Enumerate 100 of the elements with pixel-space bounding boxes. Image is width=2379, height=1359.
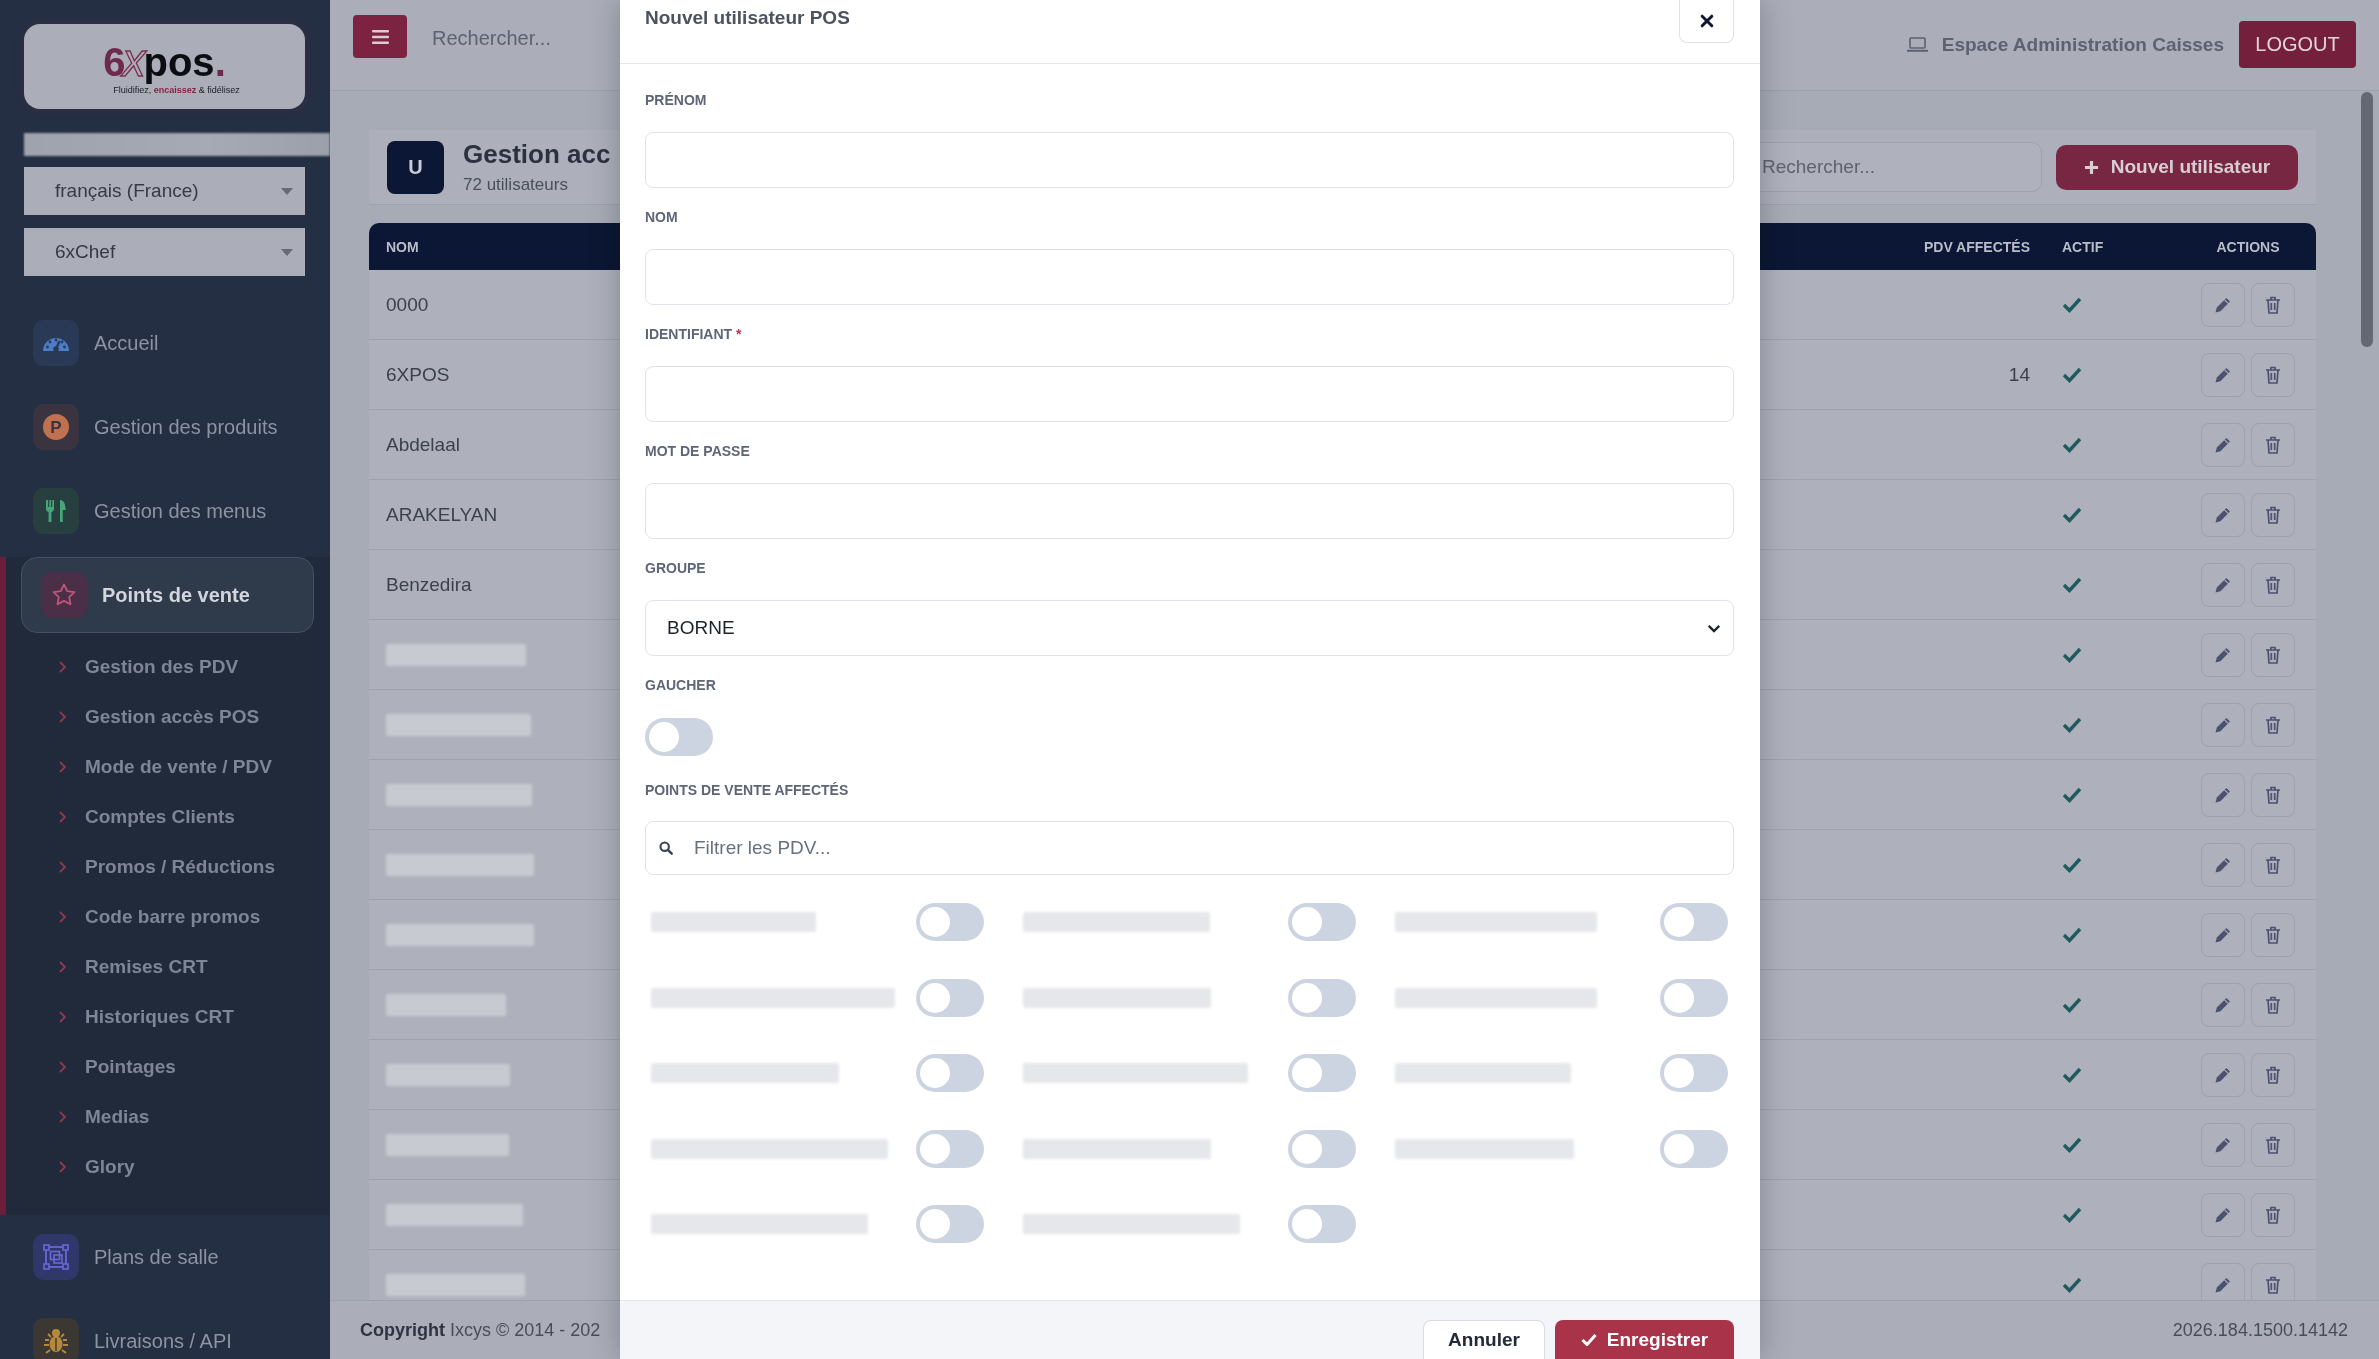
nav-subitem[interactable]: Historiques CRT [6,992,330,1042]
text-field[interactable] [645,366,1734,422]
nav-subitem[interactable]: Gestion des PDV [6,642,330,692]
edit-button[interactable] [2201,1122,2245,1167]
delete-button[interactable] [2251,1122,2295,1167]
toggle-switch[interactable] [1660,903,1728,941]
dropdown[interactable]: français (France) [24,167,305,215]
toggle-switch[interactable] [916,1129,984,1168]
toggle-switch[interactable] [1660,978,1728,1017]
table-cell: Benzedira [386,573,472,596]
save-button[interactable]: Enregistrer [1555,1320,1734,1359]
column-header: PDV AFFECTÉS [1923,238,2031,255]
trash-icon [2263,854,2283,875]
nav-subitem[interactable]: Gestion accès POS [6,692,330,742]
toggle-switch[interactable] [1288,1205,1356,1243]
nav-subitem[interactable]: Promos / Réductions [6,842,330,892]
nav-item[interactable]: Points de vente [21,557,314,633]
toggle-switch[interactable] [916,1054,984,1092]
group-select[interactable]: BORNE [645,600,1734,656]
toggle-switch[interactable] [916,1205,984,1243]
chevron-right-icon [58,1061,67,1073]
field-label: NOM [645,209,679,225]
nav-subitem[interactable]: Comptes Clients [6,792,330,842]
nav-subitem[interactable]: Remises CRT [6,942,330,992]
delete-button[interactable] [2251,702,2295,747]
field-label: GAUCHER [645,677,717,693]
edit-button[interactable] [2201,702,2245,747]
chevron-right-icon [58,861,67,873]
cancel-button[interactable]: Annuler [1423,1320,1545,1359]
delete-button[interactable] [2251,632,2295,677]
page-title: Gestion acc [463,139,611,169]
delete-button[interactable] [2251,982,2295,1027]
edit-button[interactable] [2201,912,2245,957]
utensils-icon [33,488,79,534]
edit-button[interactable] [2201,1192,2245,1237]
nav-item[interactable]: Gestion des menus [0,469,330,553]
frame-icon [33,1234,79,1280]
user-count: 72 utilisateurs [463,175,569,195]
delete-button[interactable] [2251,772,2295,817]
trash-icon [2263,994,2283,1015]
check-icon [1580,1333,1597,1346]
edit-button[interactable] [2201,1262,2245,1300]
chevron-down-icon [1707,623,1721,633]
menu-button[interactable] [353,15,407,58]
toggle-switch[interactable] [1288,1054,1356,1092]
password-field[interactable] [645,483,1734,539]
close-button[interactable] [1679,0,1734,43]
text-field[interactable] [645,249,1734,305]
toggle-switch[interactable] [645,718,713,756]
copyright-text: Copyright Ixcys © 2014 - 202 [360,1319,601,1341]
toggle-switch[interactable] [1288,1129,1356,1168]
delete-button[interactable] [2251,422,2295,467]
delete-button[interactable] [2251,562,2295,607]
chevron-right-icon [58,661,67,673]
toggle-switch[interactable] [916,978,984,1017]
edit-button[interactable] [2201,282,2245,327]
nav-subitem[interactable]: Mode de vente / PDV [6,742,330,792]
scrollbar-thumb[interactable] [2361,92,2373,347]
text-field[interactable] [645,132,1734,188]
delete-button[interactable] [2251,492,2295,537]
edit-button[interactable] [2201,772,2245,817]
delete-button[interactable] [2251,1262,2295,1300]
edit-button[interactable] [2201,842,2245,887]
edit-button[interactable] [2201,982,2245,1027]
edit-button[interactable] [2201,352,2245,397]
nav-subitem[interactable]: Medias [6,1092,330,1142]
toggle-switch[interactable] [1288,903,1356,941]
edit-button[interactable] [2201,1052,2245,1097]
nav-subitem[interactable]: Code barre promos [6,892,330,942]
trash-icon [2263,364,2283,385]
table-cell: ARAKELYAN [386,503,498,526]
delete-button[interactable] [2251,282,2295,327]
trash-icon [2263,924,2283,945]
toggle-switch[interactable] [1660,1054,1728,1092]
logout-button[interactable]: LOGOUT [2239,21,2356,68]
dropdown[interactable]: 6xChef [24,228,305,276]
chevron-right-icon [58,1111,67,1123]
nav-subitem[interactable]: Glory [6,1142,330,1192]
toggle-switch[interactable] [1660,1129,1728,1168]
delete-button[interactable] [2251,1052,2295,1097]
laptop-icon [1906,37,1928,52]
edit-button[interactable] [2201,632,2245,677]
edit-button[interactable] [2201,492,2245,537]
nav-item[interactable]: Livraisons / API [0,1299,330,1359]
chevron-right-icon [58,961,67,973]
edit-button[interactable] [2201,422,2245,467]
nav-item[interactable]: Accueil [0,301,330,385]
filter-field[interactable]: Filtrer les PDV... [645,821,1734,875]
delete-button[interactable] [2251,912,2295,957]
nav-subitem[interactable]: Pointages [6,1042,330,1092]
delete-button[interactable] [2251,1192,2295,1237]
toggle-switch[interactable] [916,903,984,941]
toggle-switch[interactable] [1288,978,1356,1017]
delete-button[interactable] [2251,842,2295,887]
nav-item[interactable]: Plans de salle [0,1215,330,1299]
delete-button[interactable] [2251,352,2295,397]
edit-button[interactable] [2201,562,2245,607]
nav-item[interactable]: P Gestion des produits [0,385,330,469]
new-user-button[interactable]: Nouvel utilisateur [2056,144,2298,190]
menu-icon [371,29,389,44]
